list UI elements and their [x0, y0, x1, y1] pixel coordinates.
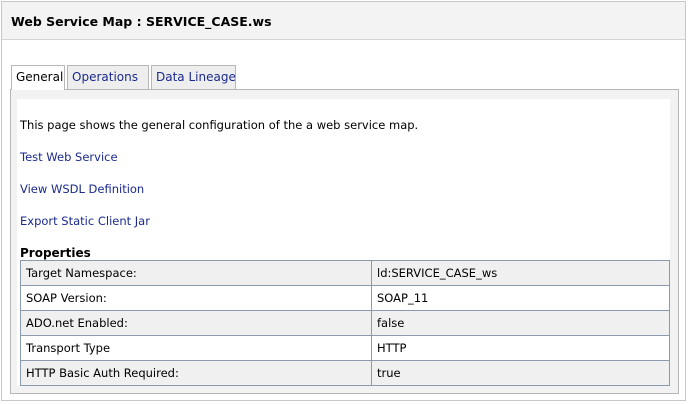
property-key: Target Namespace: — [20, 260, 372, 286]
properties-table: Target Namespace: ld:SERVICE_CASE_ws SOA… — [20, 260, 670, 386]
property-key: ADO.net Enabled: — [20, 310, 372, 336]
property-value: ld:SERVICE_CASE_ws — [371, 260, 670, 286]
intro-text: This page shows the general configuratio… — [20, 118, 419, 132]
title-bar: Web Service Map : SERVICE_CASE.ws — [2, 2, 685, 40]
property-key: HTTP Basic Auth Required: — [20, 360, 372, 386]
web-service-map-panel: Web Service Map : SERVICE_CASE.ws Genera… — [1, 1, 686, 401]
tab-general[interactable]: General — [11, 65, 65, 90]
properties-heading: Properties — [20, 246, 91, 260]
property-value: HTTP — [371, 335, 670, 361]
content-area: This page shows the general configuratio… — [17, 99, 670, 386]
property-value: false — [371, 310, 670, 336]
property-key: SOAP Version: — [20, 285, 372, 311]
view-wsdl-definition-link[interactable]: View WSDL Definition — [20, 182, 144, 196]
table-row: SOAP Version: SOAP_11 — [20, 285, 670, 311]
tab-content-general: This page shows the general configuratio… — [10, 89, 679, 394]
property-value: true — [371, 360, 670, 386]
tab-operations[interactable]: Operations — [67, 65, 149, 89]
table-row: ADO.net Enabled: false — [20, 310, 670, 336]
property-value: SOAP_11 — [371, 285, 670, 311]
page-title: Web Service Map : SERVICE_CASE.ws — [11, 14, 272, 29]
table-row: Target Namespace: ld:SERVICE_CASE_ws — [20, 260, 670, 286]
export-static-client-jar-link[interactable]: Export Static Client Jar — [20, 214, 150, 228]
table-row: HTTP Basic Auth Required: true — [20, 360, 670, 386]
table-row: Transport Type HTTP — [20, 335, 670, 361]
property-key: Transport Type — [20, 335, 372, 361]
test-web-service-link[interactable]: Test Web Service — [20, 150, 118, 164]
tab-data-lineage[interactable]: Data Lineage — [151, 65, 236, 89]
